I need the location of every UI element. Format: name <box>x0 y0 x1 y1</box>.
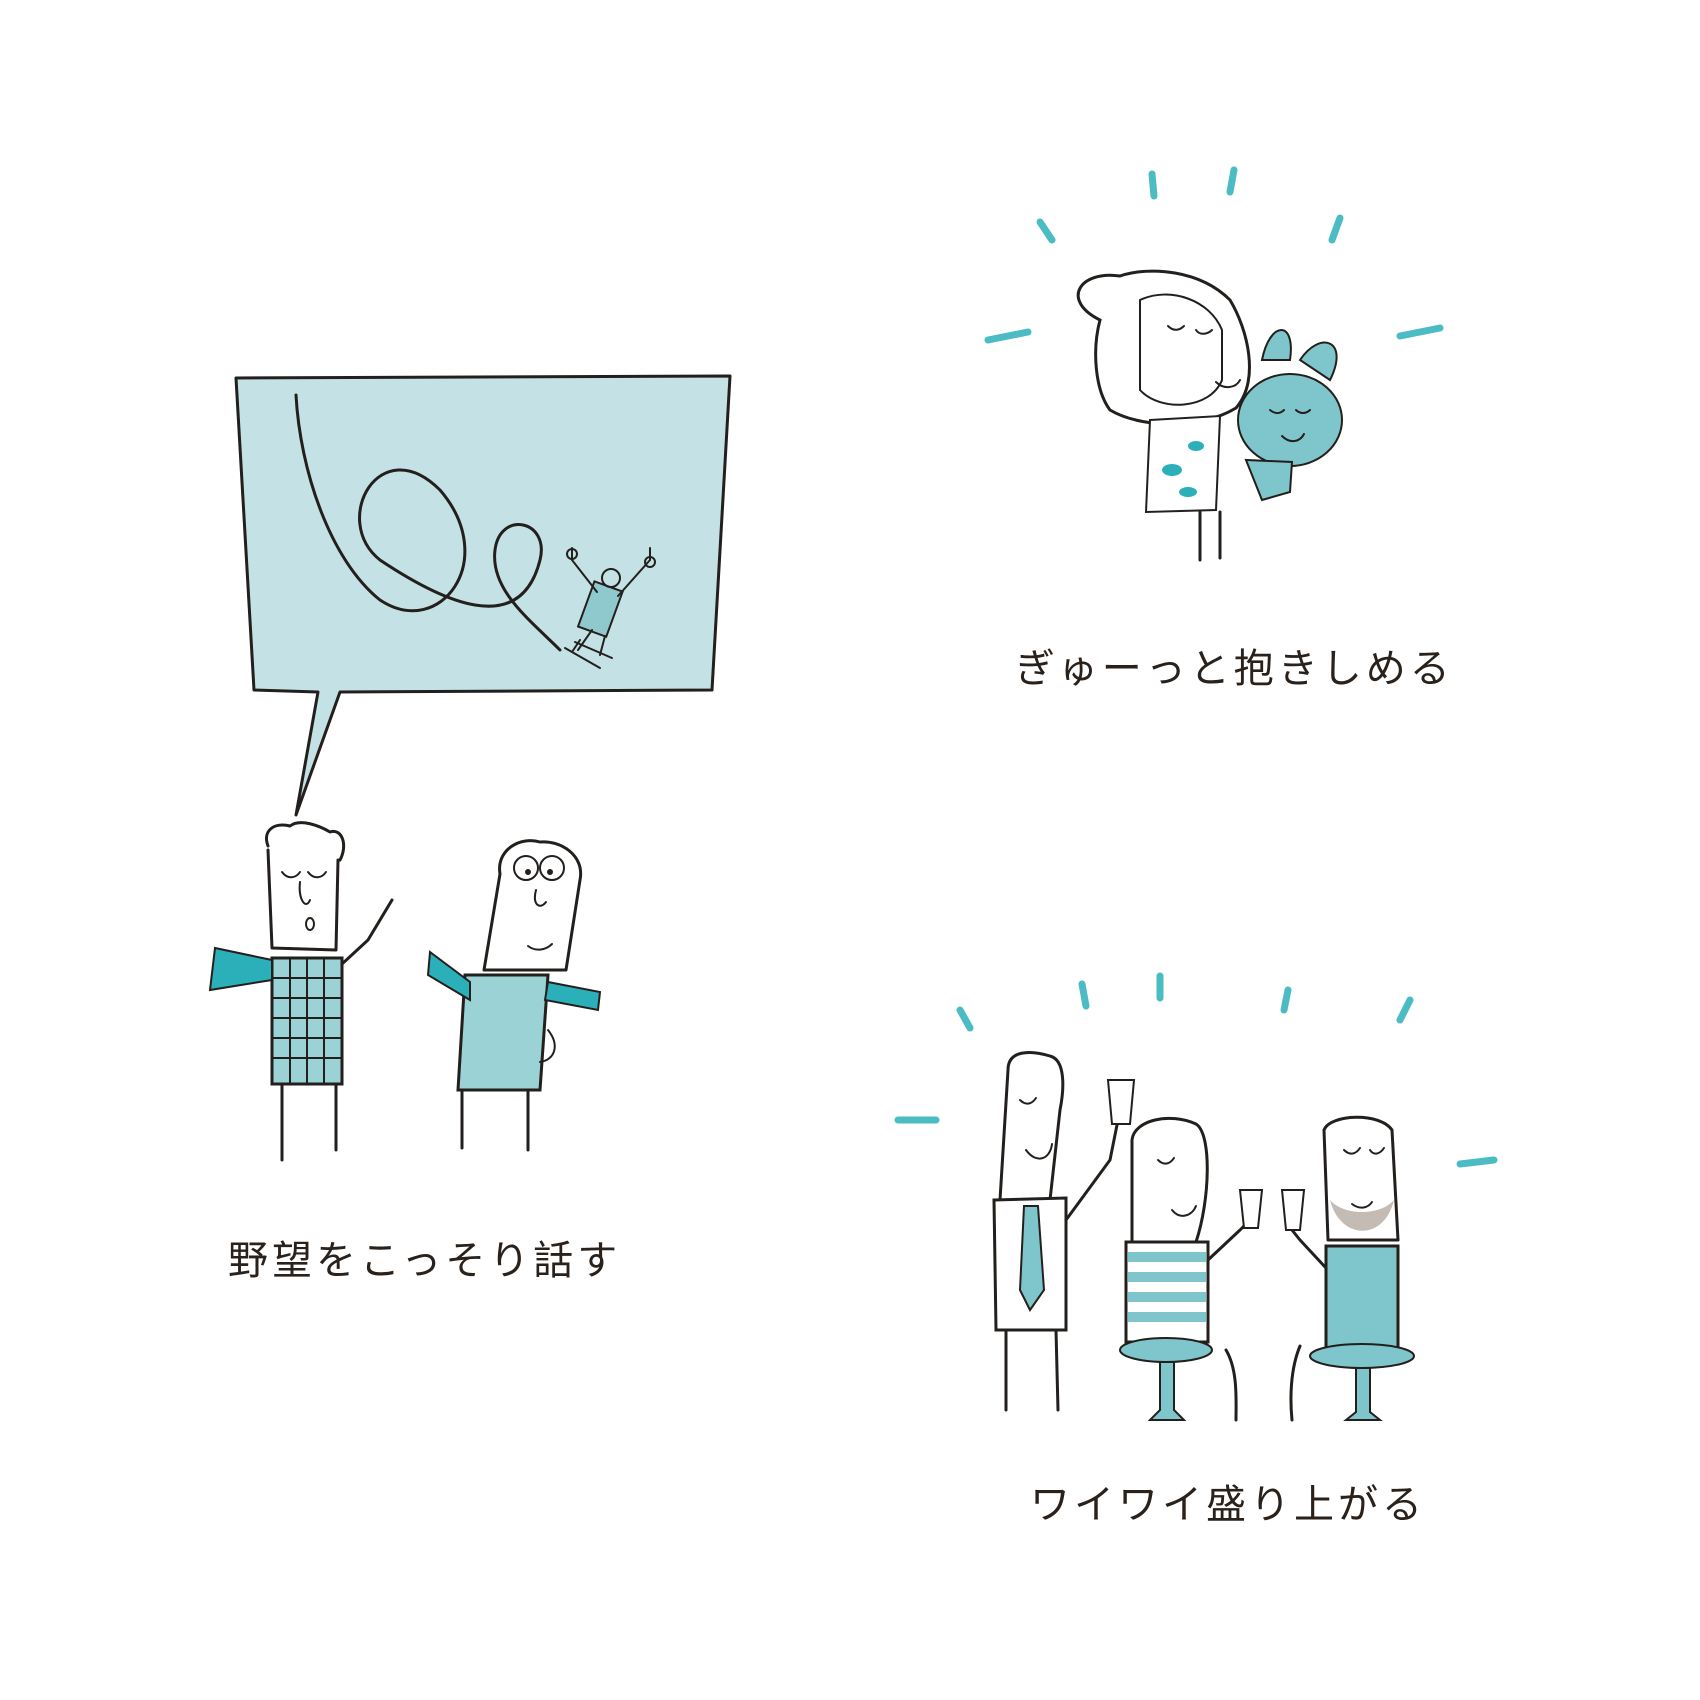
scene-hug-tightly <box>984 166 1444 562</box>
illustration-canvas: 野望をこっそり話す ぎゅーっと抱きしめる ワイワイ盛り上がる <box>0 0 1700 1700</box>
bunny-plush <box>1237 329 1343 502</box>
illustration-svg <box>208 166 1498 1422</box>
man-with-tie <box>992 1051 1136 1412</box>
man-striped-shirt <box>1119 1116 1264 1422</box>
burst-lines-top <box>984 166 1444 344</box>
man-with-beard <box>1280 1115 1415 1422</box>
person-right-teal <box>426 839 602 1152</box>
scene-lively-party <box>894 972 1498 1422</box>
caption-hug-tightly: ぎゅーっと抱きしめる <box>1015 646 1454 692</box>
girl-with-bunny <box>1076 269 1343 562</box>
burst-lines-bottom <box>894 972 1498 1168</box>
person-left-plaid <box>208 821 394 1162</box>
caption-whisper-dreams: 野望をこっそり話す <box>228 1238 622 1284</box>
speech-bubble <box>234 374 732 817</box>
caption-lively-party: ワイワイ盛り上がる <box>1030 1482 1426 1528</box>
scene-whisper-dreams <box>208 374 732 1162</box>
